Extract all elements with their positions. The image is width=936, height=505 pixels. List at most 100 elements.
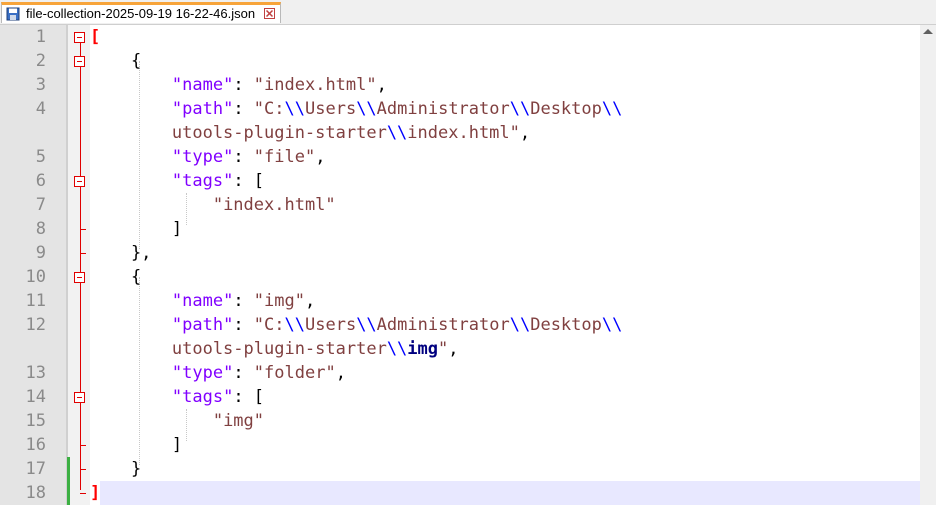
code-line[interactable]: "name": "img", xyxy=(90,289,315,313)
code-token: } xyxy=(90,459,142,479)
code-line[interactable]: "tags": [ xyxy=(90,169,264,193)
fold-toggle-icon[interactable] xyxy=(74,56,85,67)
code-token: img xyxy=(407,339,439,359)
code-token: "path" xyxy=(171,99,234,119)
code-token: : [ xyxy=(233,171,265,191)
code-line[interactable]: utools-plugin-starter\\index.html", xyxy=(90,121,530,145)
code-line[interactable]: ] xyxy=(90,217,182,241)
code-token: Administrator xyxy=(376,99,510,119)
code-token: ] xyxy=(90,435,183,455)
line-number: 13 xyxy=(25,363,46,383)
code-token: Users xyxy=(305,315,357,335)
code-token: "tags" xyxy=(171,171,234,191)
code-area[interactable]: [ { "name": "index.html", "path": "C:\\U… xyxy=(90,25,920,505)
code-token: Users xyxy=(305,99,357,119)
line-number: 4 xyxy=(35,99,46,119)
vertical-scrollbar[interactable] xyxy=(920,25,936,505)
code-line[interactable]: "path": "C:\\Users\\Administrator\\Deskt… xyxy=(90,313,622,337)
code-token: \\ xyxy=(386,339,408,359)
fold-toggle-icon[interactable] xyxy=(74,176,85,187)
code-token: Desktop xyxy=(530,99,602,119)
code-line[interactable]: "img" xyxy=(90,409,264,433)
line-number: 3 xyxy=(35,75,46,95)
line-number: 6 xyxy=(35,171,46,191)
line-number: 7 xyxy=(35,195,46,215)
tab-file[interactable]: file-collection-2025-09-19 16-22-46.json xyxy=(1,2,281,23)
code-token: "C: xyxy=(253,99,285,119)
code-token: ] xyxy=(90,219,183,239)
code-line[interactable]: "path": "C:\\Users\\Administrator\\Deskt… xyxy=(90,97,622,121)
code-line[interactable]: ] xyxy=(90,433,182,457)
fold-toggle-icon[interactable] xyxy=(74,392,85,403)
code-token: Administrator xyxy=(376,315,510,335)
line-number: 2 xyxy=(35,51,46,71)
code-line[interactable]: "type": "file", xyxy=(90,145,326,169)
code-line[interactable]: } xyxy=(90,457,141,481)
code-line[interactable]: "name": "index.html", xyxy=(90,73,387,97)
code-token: , xyxy=(335,363,346,383)
code-token: : [ xyxy=(233,387,265,407)
code-token: "index.html" xyxy=(253,75,377,95)
code-token: : xyxy=(233,75,254,95)
code-token: utools-plugin-starter xyxy=(90,123,387,143)
code-token: "path" xyxy=(171,315,234,335)
line-number: 18 xyxy=(25,483,46,503)
code-token: : xyxy=(233,147,254,167)
code-token: "file" xyxy=(253,147,316,167)
code-editor[interactable]: 1 2 3 4 5 6 7 8 9 10 11 12 13 14 15 16 17 18 [ { "name": … xyxy=(0,25,936,505)
code-token: , xyxy=(519,123,531,143)
save-disk-icon xyxy=(6,7,20,21)
line-number: 17 xyxy=(25,459,46,479)
line-number: 5 xyxy=(35,147,46,167)
current-line-highlight xyxy=(100,481,920,505)
code-token: Desktop xyxy=(530,315,602,335)
code-line[interactable]: "index.html" xyxy=(90,193,336,217)
code-token: "img" xyxy=(212,411,265,431)
line-number: 10 xyxy=(25,267,46,287)
code-line[interactable]: "type": "folder", xyxy=(90,361,346,385)
line-number-gutter: 1 2 3 4 5 6 7 8 9 10 11 12 13 14 15 16 17 18 xyxy=(0,25,68,505)
fold-end-marker xyxy=(80,445,86,446)
line-number: 12 xyxy=(25,315,46,335)
code-token: \\ xyxy=(356,315,377,335)
line-number xyxy=(0,337,46,361)
fold-end-marker xyxy=(80,469,86,470)
close-icon[interactable] xyxy=(264,8,275,19)
line-number: 15 xyxy=(25,411,46,431)
code-line[interactable]: [ xyxy=(90,25,100,49)
fold-margin[interactable] xyxy=(68,25,90,505)
fold-end-marker xyxy=(80,253,86,254)
scroll-up-arrow-icon[interactable] xyxy=(923,29,933,34)
line-number: 16 xyxy=(25,435,46,455)
code-line[interactable]: { xyxy=(90,49,141,73)
code-token: "type" xyxy=(171,363,234,383)
code-token: , xyxy=(376,75,387,95)
code-line[interactable]: ] xyxy=(90,481,100,505)
tab-bar: file-collection-2025-09-19 16-22-46.json xyxy=(0,0,936,25)
code-line[interactable]: { xyxy=(90,265,141,289)
code-token: "name" xyxy=(171,291,234,311)
code-token: ] xyxy=(90,483,101,503)
code-token: : xyxy=(233,315,254,335)
fold-toggle-icon[interactable] xyxy=(74,272,85,283)
changed-line-marker xyxy=(67,457,70,505)
code-token: : xyxy=(233,291,254,311)
code-line[interactable]: utools-plugin-starter\\img", xyxy=(90,337,459,361)
code-token: \\ xyxy=(386,123,408,143)
fold-toggle-icon[interactable] xyxy=(74,32,85,43)
code-token: "type" xyxy=(171,147,234,167)
code-token: }, xyxy=(90,243,152,263)
code-line[interactable]: }, xyxy=(90,241,151,265)
code-token: \\ xyxy=(509,315,531,335)
code-line[interactable]: "tags": [ xyxy=(90,385,264,409)
code-token: "index.html" xyxy=(212,195,336,215)
